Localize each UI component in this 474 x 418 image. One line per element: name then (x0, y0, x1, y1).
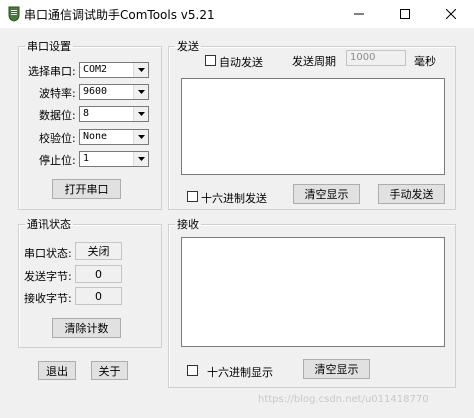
receive-clear-button[interactable]: 清空显示 (303, 359, 370, 379)
parity-select-value: None (83, 131, 108, 142)
sent-bytes-label: 发送字节: (24, 270, 72, 283)
received-bytes-label: 接收字节: (24, 292, 72, 305)
clear-counts-button[interactable]: 清除计数 (52, 318, 121, 338)
chevron-down-icon[interactable] (133, 63, 148, 77)
hex-send-checkbox[interactable] (187, 191, 198, 202)
about-button[interactable]: 关于 (91, 361, 128, 380)
port-select-value: COM2 (83, 64, 108, 75)
stopbits-label: 停止位: (39, 154, 76, 167)
databits-select[interactable]: 8 (79, 106, 149, 122)
send-period-unit: 毫秒 (414, 55, 436, 68)
app-icon (6, 6, 22, 22)
serial-settings-legend: 串口设置 (27, 40, 71, 53)
minimize-button[interactable] (336, 0, 382, 28)
comm-status-legend: 通讯状态 (27, 218, 71, 231)
maximize-button[interactable] (382, 0, 428, 28)
window-title: 串口通信调试助手ComTools v5.21 (24, 8, 215, 22)
send-period-input[interactable]: 1000 (346, 50, 406, 66)
hex-send-label: 十六进制发送 (201, 192, 267, 205)
stopbits-select[interactable]: 1 (79, 151, 149, 167)
baud-select[interactable]: 9600 (79, 84, 149, 100)
hex-display-label: 十六进制显示 (207, 366, 273, 379)
minimize-icon (354, 13, 364, 15)
port-status-value: 关闭 (75, 242, 122, 260)
watermark-text: https://blog.csdn.net/u011418770 (258, 394, 429, 405)
chevron-down-icon[interactable] (133, 152, 148, 166)
open-port-button[interactable]: 打开串口 (52, 179, 121, 199)
hex-display-checkbox[interactable] (187, 365, 198, 376)
send-period-label: 发送周期 (292, 55, 336, 68)
databits-select-value: 8 (83, 108, 90, 119)
exit-button[interactable]: 退出 (38, 361, 76, 380)
port-select[interactable]: COM2 (79, 62, 149, 78)
auto-send-label: 自动发送 (219, 56, 263, 69)
parity-label: 校验位: (39, 132, 76, 145)
stopbits-select-value: 1 (83, 153, 90, 164)
manual-send-button[interactable]: 手动发送 (378, 184, 445, 204)
close-icon (446, 9, 456, 19)
close-button[interactable] (428, 0, 474, 28)
auto-send-checkbox[interactable] (205, 55, 216, 66)
receive-legend: 接收 (177, 218, 199, 231)
maximize-icon (400, 9, 410, 19)
baud-select-value: 9600 (83, 86, 108, 97)
parity-select[interactable]: None (79, 129, 149, 145)
send-legend: 发送 (177, 40, 199, 53)
receive-textarea[interactable] (181, 237, 445, 347)
port-label: 选择串口: (28, 65, 76, 78)
port-status-label: 串口状态: (24, 247, 72, 260)
send-textarea[interactable] (181, 78, 445, 175)
chevron-down-icon[interactable] (133, 130, 148, 144)
baud-label: 波特率: (39, 87, 76, 100)
chevron-down-icon[interactable] (133, 107, 148, 121)
send-clear-button[interactable]: 清空显示 (293, 184, 360, 204)
received-bytes-value: 0 (75, 287, 122, 305)
chevron-down-icon[interactable] (133, 85, 148, 99)
databits-label: 数据位: (39, 109, 76, 122)
sent-bytes-value: 0 (75, 265, 122, 283)
